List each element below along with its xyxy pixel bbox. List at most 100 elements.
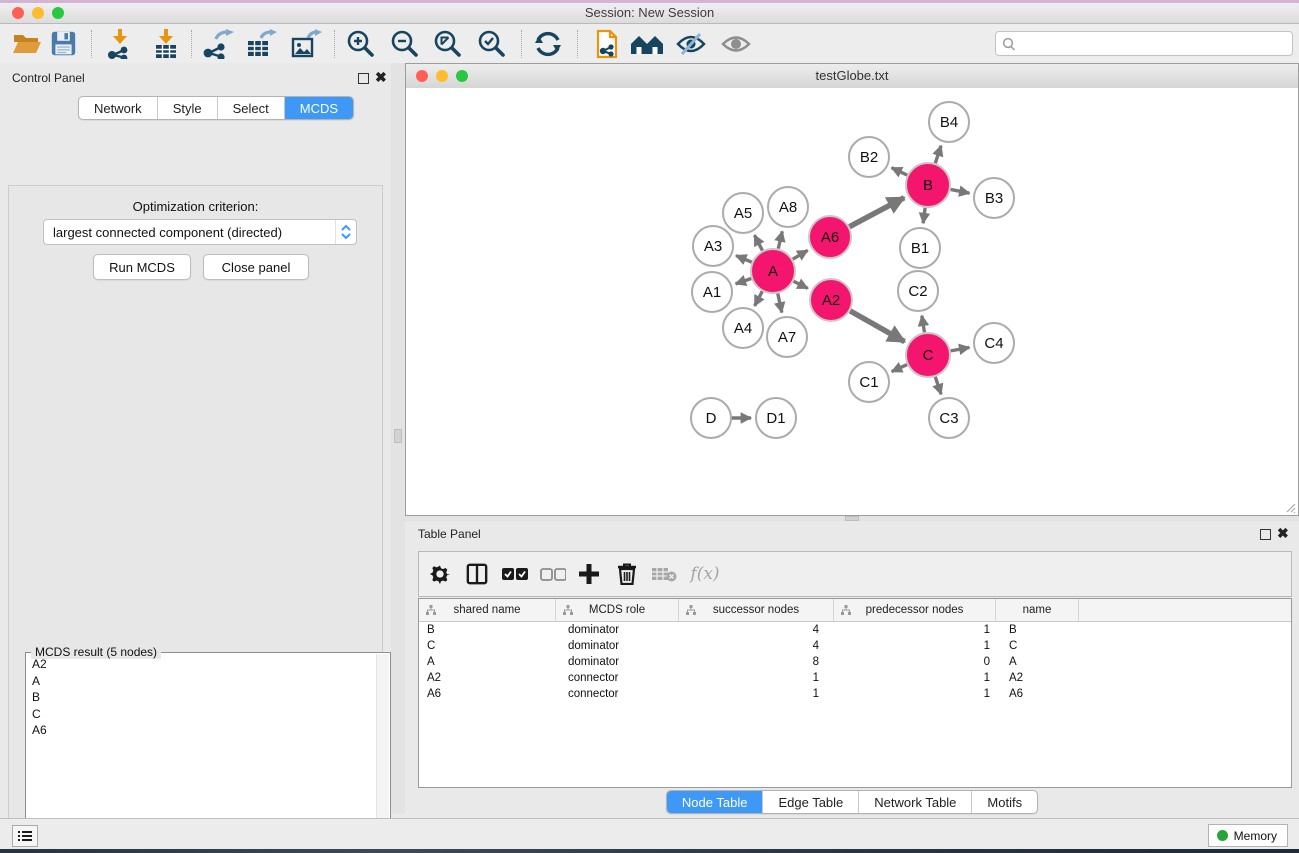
mcds-result-item[interactable]: A6 [27, 722, 375, 739]
network-canvas[interactable]: AA1A3A5A8A4A7A6A2BB2B4B3B1CC2C1C4C3DD1 [406, 88, 1298, 515]
search-input[interactable] [1018, 33, 1292, 54]
import-network-button[interactable] [102, 27, 140, 60]
mcds-result-item[interactable]: C [27, 706, 375, 723]
search-field[interactable] [995, 31, 1293, 56]
network-graph[interactable]: AA1A3A5A8A4A7A6A2BB2B4B3B1CC2C1C4C3DD1 [406, 88, 1298, 515]
control-panel: Control Panel ✖ Network Style Select MCD… [0, 63, 391, 814]
divider-handle[interactable] [394, 429, 402, 443]
toolbar-separator [334, 30, 335, 58]
table-row[interactable]: Adominator80A [419, 654, 1291, 670]
show-columns-button[interactable] [460, 552, 494, 596]
graph-edge[interactable] [754, 235, 762, 250]
graph-node-label: B2 [860, 149, 878, 166]
refresh-button[interactable] [529, 27, 567, 60]
tab-style[interactable]: Style [158, 97, 218, 119]
delete-table-button[interactable] [647, 552, 681, 596]
hide-panel-button[interactable] [672, 27, 710, 60]
graph-edge[interactable] [794, 281, 808, 288]
graph-edge[interactable] [778, 231, 782, 248]
task-history-button[interactable] [12, 825, 38, 847]
resize-grip-icon[interactable] [1284, 501, 1296, 513]
network-window-titlebar[interactable]: testGlobe.txt [406, 64, 1298, 89]
zoom-out-button[interactable] [386, 27, 424, 60]
graph-edge[interactable] [935, 146, 941, 163]
graph-edge[interactable] [736, 278, 752, 283]
export-table-icon [245, 29, 277, 59]
clone-network-button[interactable] [586, 27, 624, 60]
table-cell: dominator [556, 640, 679, 652]
select-all-columns-button[interactable] [498, 552, 532, 596]
close-panel-icon[interactable]: ✖ [375, 72, 387, 82]
main-titlebar[interactable]: Session: New Session [0, 3, 1299, 24]
graph-node-label: C3 [939, 410, 958, 427]
zoom-selected-button[interactable] [473, 27, 511, 60]
graph-edge[interactable] [892, 168, 908, 175]
show-eye-button[interactable] [717, 27, 755, 60]
tab-mcds[interactable]: MCDS [285, 97, 353, 119]
table-cell: A6 [419, 688, 556, 700]
attribute-tree-icon [686, 605, 696, 615]
export-image-button[interactable] [287, 27, 325, 60]
mcds-result-item[interactable]: B [27, 689, 375, 706]
delete-columns-button[interactable] [610, 552, 644, 596]
graph-edge[interactable] [923, 208, 925, 223]
node-table[interactable]: shared nameMCDS rolesuccessor nodesprede… [418, 598, 1292, 788]
import-table-button[interactable] [148, 27, 186, 60]
table-row[interactable]: A2connector11A2 [419, 670, 1291, 686]
table-cell: 8 [679, 656, 834, 668]
criterion-dropdown-value: largest connected component (directed) [44, 225, 335, 240]
tab-network-table[interactable]: Network Table [859, 791, 972, 813]
graph-edge[interactable] [736, 256, 752, 263]
vertical-split-divider[interactable] [391, 63, 405, 814]
tab-select[interactable]: Select [218, 97, 285, 119]
export-table-button[interactable] [242, 27, 280, 60]
graph-edge[interactable] [951, 347, 970, 350]
add-column-button[interactable] [572, 552, 606, 596]
close-panel-button[interactable]: Close panel [203, 254, 309, 280]
graph-edge[interactable] [849, 198, 904, 227]
zoom-fit-button[interactable] [429, 27, 467, 60]
float-panel-icon[interactable] [1260, 529, 1271, 540]
zoom-in-button[interactable] [342, 27, 380, 60]
export-network-button[interactable] [199, 27, 237, 60]
tab-motifs[interactable]: Motifs [972, 791, 1037, 813]
graph-edge[interactable] [755, 291, 763, 306]
criterion-dropdown[interactable]: largest connected component (directed) [43, 219, 357, 245]
tab-network[interactable]: Network [79, 97, 158, 119]
mcds-result-item[interactable]: A2 [27, 656, 375, 673]
column-header-name[interactable]: name [996, 599, 1079, 621]
save-session-button[interactable] [44, 27, 82, 60]
graph-edge[interactable] [850, 311, 904, 342]
eye-slash-icon [675, 31, 707, 57]
network-view-window: testGlobe.txt AA1A3A5A8A4A7A6A2BB2B4B3B1… [405, 63, 1299, 516]
graph-edge[interactable] [778, 293, 782, 312]
float-panel-icon[interactable] [358, 73, 369, 84]
column-settings-button[interactable] [423, 552, 457, 596]
table-row[interactable]: A6connector11A6 [419, 686, 1291, 702]
close-panel-icon[interactable]: ✖ [1277, 528, 1289, 538]
run-mcds-button[interactable]: Run MCDS [93, 254, 191, 280]
table-row[interactable]: Bdominator41B [419, 622, 1291, 638]
tab-edge-table[interactable]: Edge Table [763, 791, 859, 813]
column-header-successor-nodes[interactable]: successor nodes [679, 599, 834, 621]
function-builder-button[interactable]: f(x) [685, 552, 725, 596]
home-button[interactable] [628, 27, 666, 60]
graph-edge[interactable] [793, 250, 808, 259]
table-cell: 4 [679, 624, 834, 636]
open-session-button[interactable] [8, 27, 46, 60]
tab-node-table[interactable]: Node Table [667, 791, 764, 813]
graph-edge[interactable] [935, 377, 941, 394]
table-panel: Table Panel ✖ [405, 521, 1299, 814]
unselect-all-columns-button[interactable] [536, 552, 570, 596]
graph-edge[interactable] [922, 316, 925, 333]
graph-edge[interactable] [892, 365, 907, 372]
memory-button[interactable]: Memory [1208, 824, 1288, 847]
table-row[interactable]: Cdominator41C [419, 638, 1291, 654]
mcds-result-item[interactable]: A [27, 673, 375, 690]
graph-edge[interactable] [951, 189, 970, 193]
graph-node-label: C [923, 347, 934, 364]
table-cell: 1 [834, 624, 996, 636]
column-header-shared-name[interactable]: shared name [419, 599, 556, 621]
column-header-MCDS-role[interactable]: MCDS role [556, 599, 679, 621]
column-header-predecessor-nodes[interactable]: predecessor nodes [834, 599, 996, 621]
